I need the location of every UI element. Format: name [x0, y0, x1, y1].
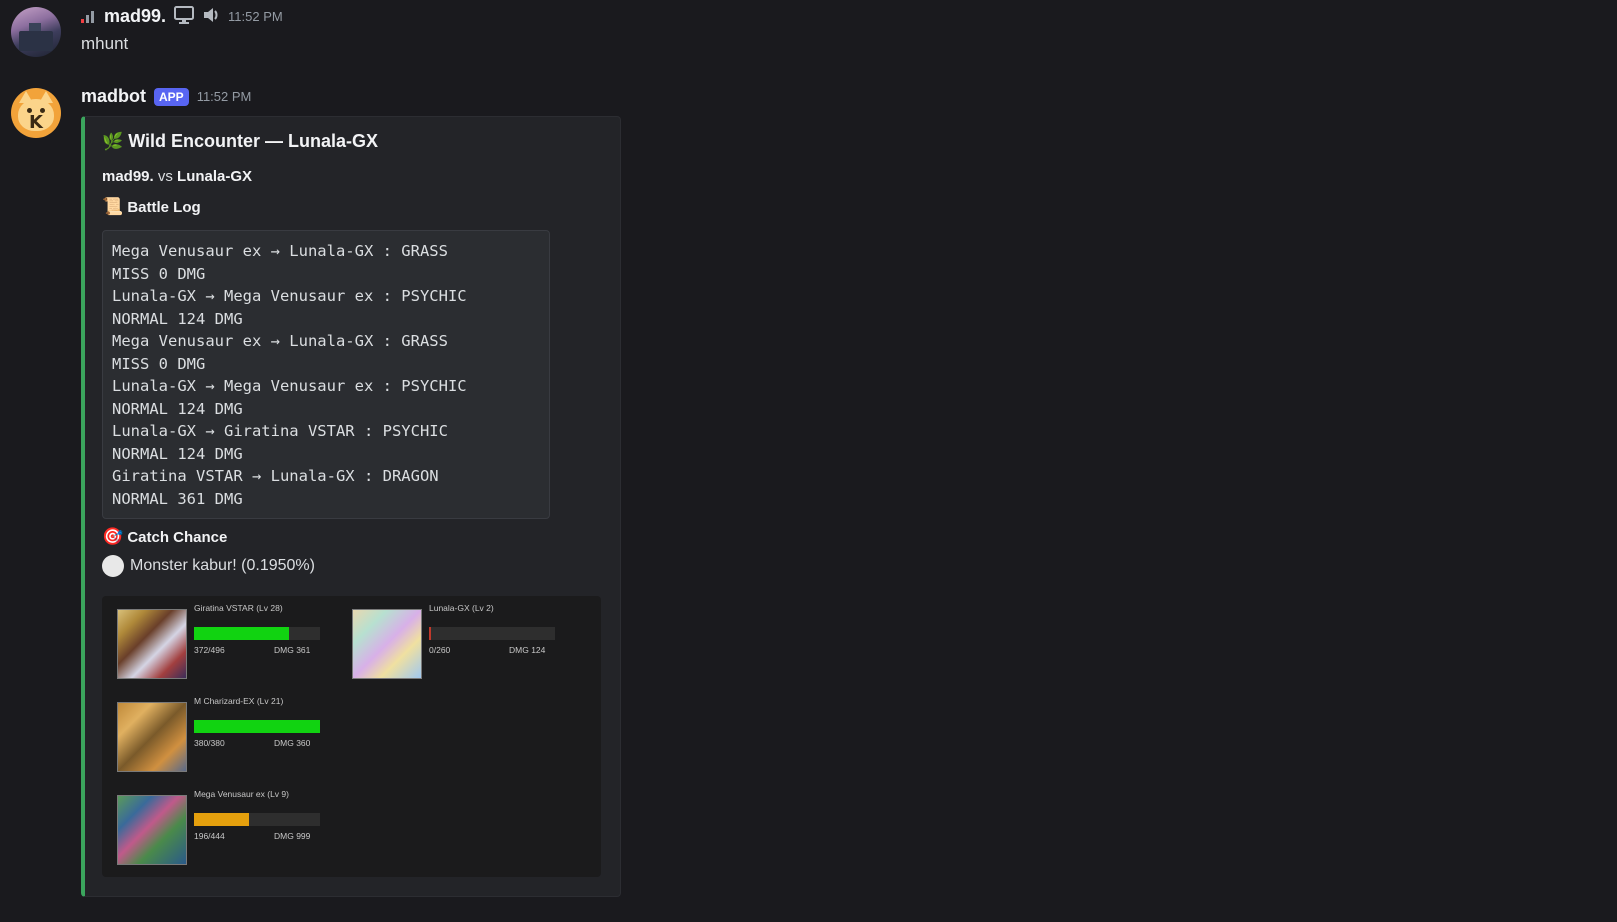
hp-bar-fill — [194, 813, 250, 826]
monster-name: Mega Venusaur ex (Lv 9) — [194, 789, 289, 799]
dmg-value: DMG 361 — [274, 645, 311, 655]
embed-title: 🌿 Wild Encounter — Lunala-GX — [102, 131, 378, 152]
message-timestamp: 11:52 PM — [228, 9, 283, 24]
white-circle-icon — [102, 555, 124, 577]
herb-icon: 🌿 — [102, 132, 124, 152]
battle-log-line: NORMAL 361 DMG — [112, 489, 243, 508]
scroll-icon: 📜 — [102, 197, 124, 217]
battle-log-line: NORMAL 124 DMG — [112, 309, 243, 328]
user-avatar[interactable] — [11, 7, 61, 57]
dmg-value: DMG 360 — [274, 738, 311, 748]
message-header: madbot APP 11:52 PM — [81, 86, 251, 107]
message-timestamp: 11:52 PM — [196, 89, 252, 104]
embed: 🌿 Wild Encounter — Lunala-GX mad99. vs L… — [81, 116, 621, 897]
hp-bar — [194, 720, 320, 733]
vs-word: vs — [157, 168, 173, 185]
battle-log-line: Mega Venusaur ex → Lunala-GX : GRASS — [112, 242, 448, 260]
giratina-card-image — [117, 609, 187, 679]
battle-log-line: Lunala-GX → Mega Venusaur ex : PSYCHIC — [112, 287, 467, 305]
catch-chance-heading: 🎯 Catch Chance — [102, 527, 227, 547]
dmg-value: DMG 999 — [274, 831, 311, 841]
username[interactable]: mad99. — [104, 6, 166, 27]
catch-result-text: Monster kabur! (0.1950%) — [130, 557, 315, 574]
hp-bar-fill — [194, 627, 289, 640]
battle-log-line: MISS 0 DMG — [112, 264, 206, 283]
hp-value: 196/444 — [194, 831, 225, 841]
embed-title-text: Wild Encounter — Lunala-GX — [128, 131, 379, 151]
battle-log-codeblock: Mega Venusaur ex → Lunala-GX : GRASS MISS… — [102, 230, 550, 519]
player-name: mad99. — [102, 168, 154, 185]
hp-value: 0/260 — [429, 645, 451, 655]
battle-log-line: NORMAL 124 DMG — [112, 399, 243, 418]
charizard-card-image — [117, 702, 187, 772]
bot-username[interactable]: madbot — [81, 86, 146, 107]
monster-name: Giratina VSTAR (Lv 28) — [194, 603, 283, 613]
monitor-icon — [174, 6, 195, 27]
battle-log-line: Giratina VSTAR → Lunala-GX : DRAGON — [112, 467, 439, 485]
hp-bar-fill — [194, 720, 320, 733]
catch-chance-label: Catch Chance — [127, 529, 228, 546]
versus-line: mad99. vs Lunala-GX — [102, 168, 252, 185]
battle-log-line: Mega Venusaur ex → Lunala-GX : GRASS — [112, 332, 448, 350]
hp-bar-fill — [429, 627, 431, 640]
battle-log-line: Lunala-GX → Mega Venusaur ex : PSYCHIC — [112, 377, 467, 395]
monster-name: Lunala-GX (Lv 2) — [429, 603, 494, 613]
venusaur-card-image — [117, 795, 187, 865]
battle-log-heading: 📜 Battle Log — [102, 197, 201, 217]
speaker-icon — [202, 6, 220, 27]
target-icon: 🎯 — [102, 527, 124, 547]
battle-image[interactable]: Giratina VSTAR (Lv 28) 372/496 DMG 361 L… — [102, 596, 601, 877]
app-badge: APP — [154, 87, 189, 106]
hp-bar — [194, 813, 320, 826]
avatar-letter: K — [29, 112, 43, 133]
battle-log-line: MISS 0 DMG — [112, 354, 206, 373]
battle-log-line: Lunala-GX → Giratina VSTAR : PSYCHIC — [112, 422, 448, 440]
hp-bar — [194, 627, 320, 640]
lunala-card-image — [352, 609, 422, 679]
hp-value: 380/380 — [194, 738, 225, 748]
battle-log-line: NORMAL 124 DMG — [112, 444, 243, 463]
cat-avatar[interactable]: K — [11, 88, 61, 138]
signal-strength-icon — [81, 10, 94, 23]
battle-log-label: Battle Log — [127, 199, 201, 216]
catch-result: Monster kabur! (0.1950%) — [102, 555, 315, 577]
monster-name: M Charizard-EX (Lv 21) — [194, 696, 284, 706]
message-header: mad99. 11:52 PM — [81, 6, 283, 27]
hp-value: 372/496 — [194, 645, 225, 655]
message-content: mhunt — [81, 34, 129, 53]
opponent-name: Lunala-GX — [177, 168, 253, 185]
hp-bar — [429, 627, 555, 640]
dmg-value: DMG 124 — [509, 645, 546, 655]
